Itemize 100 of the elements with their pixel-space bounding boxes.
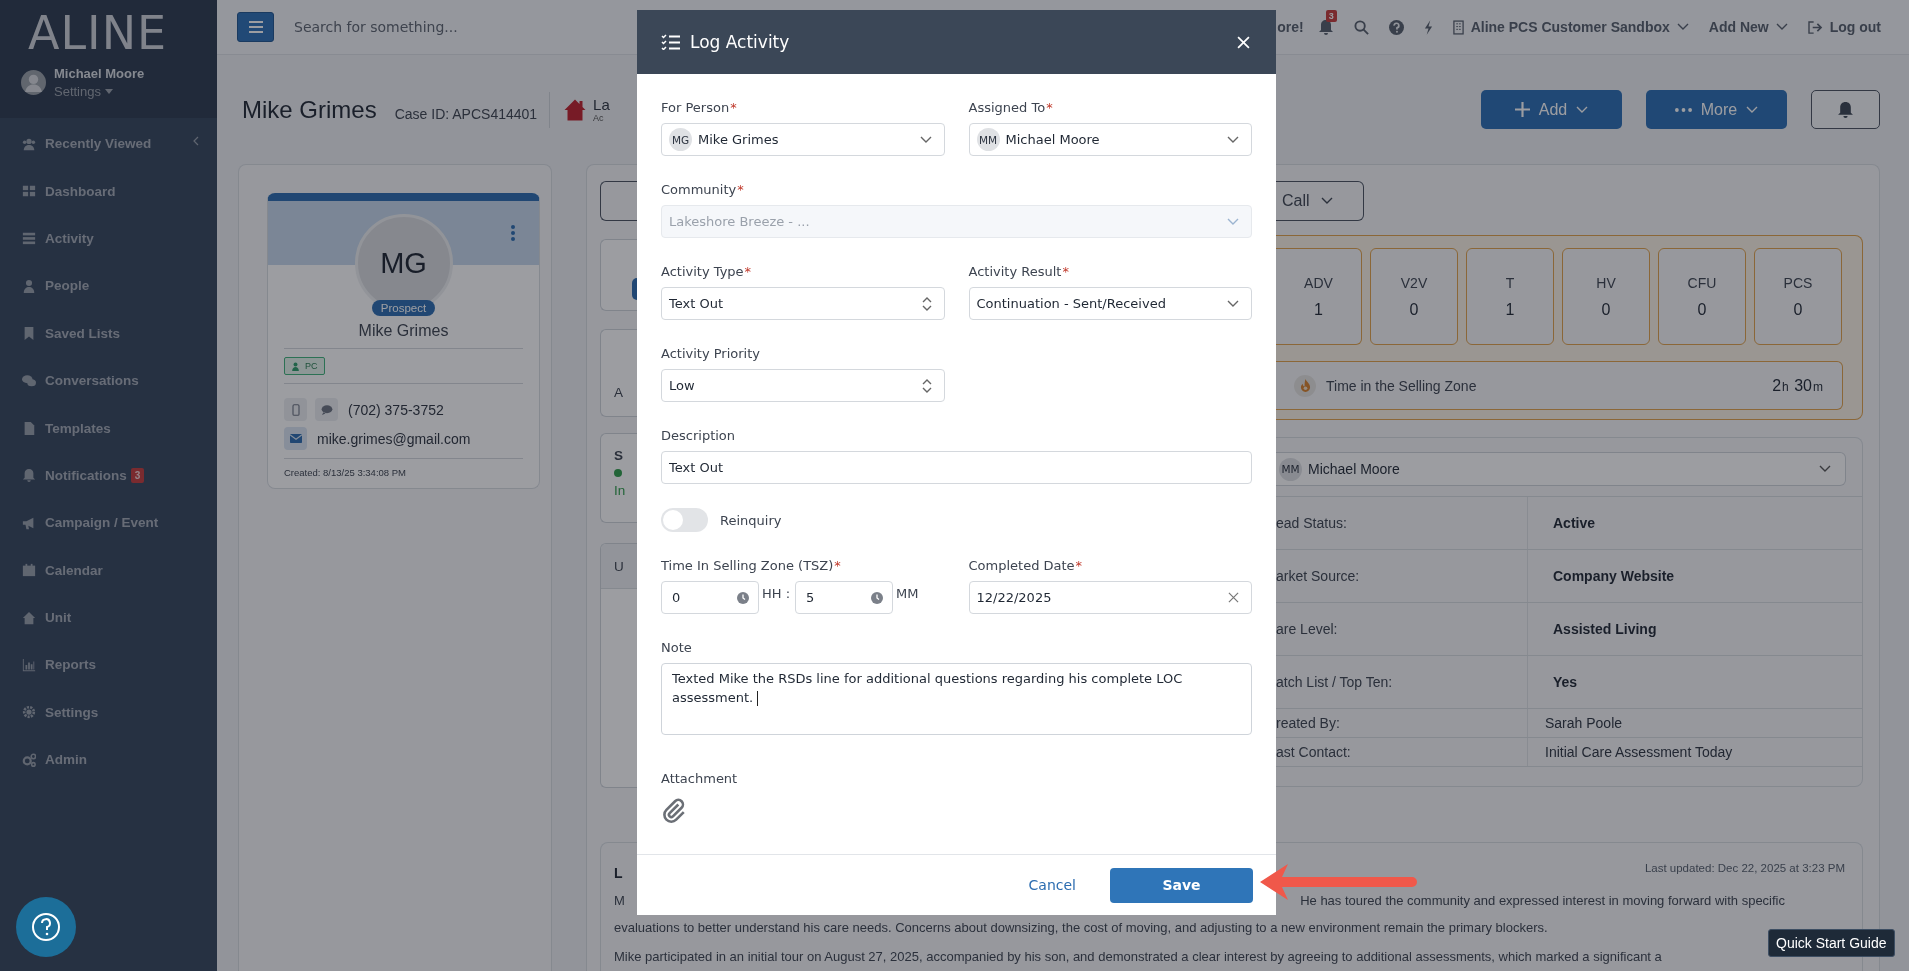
dropdown-field[interactable]: MG Mike Grimes xyxy=(661,123,945,156)
chevron-left-icon[interactable] xyxy=(193,136,199,146)
promo-text: ore! xyxy=(1277,19,1304,35)
sidebar-item[interactable]: People xyxy=(0,262,217,310)
sidebar-item[interactable]: Templates xyxy=(0,404,217,452)
sidebar-item[interactable]: Recently Viewed xyxy=(0,120,217,168)
person-name: Mike Grimes xyxy=(357,322,450,340)
logout-link[interactable]: Log out xyxy=(1807,19,1881,35)
field-label: Note xyxy=(661,640,693,655)
ellipsis-icon xyxy=(1674,107,1692,112)
dropdown-field[interactable]: Low xyxy=(661,369,945,402)
more-button[interactable]: More xyxy=(1646,90,1787,129)
field-label: Description xyxy=(661,428,737,443)
sidebar-item[interactable]: Calendar xyxy=(0,546,217,594)
logo[interactable]: ALINE xyxy=(28,8,217,58)
cancel-button[interactable]: Cancel xyxy=(1022,876,1082,894)
text-fragment: A xyxy=(614,385,623,400)
close-icon[interactable] xyxy=(1237,35,1250,49)
clear-icon[interactable] xyxy=(1228,592,1239,603)
status-dot xyxy=(614,469,622,477)
chevron-down-icon xyxy=(1775,23,1788,31)
paperclip-icon[interactable] xyxy=(661,798,687,824)
tag: PC xyxy=(284,357,325,375)
list-icon xyxy=(22,231,36,246)
add-new-menu[interactable]: Add New xyxy=(1708,19,1788,35)
clock-icon xyxy=(871,591,884,604)
stat-label: V2V xyxy=(1400,274,1428,291)
document-icon xyxy=(22,421,36,436)
users-icon xyxy=(22,136,36,151)
phone-number: (702) 375-3752 xyxy=(348,401,444,418)
stat-value: 0 xyxy=(1601,300,1611,319)
settings-link[interactable]: Settings xyxy=(54,84,145,99)
text-field[interactable]: Text Out xyxy=(661,451,1252,484)
calendar-icon xyxy=(22,563,36,578)
sidebar-item[interactable]: Activity xyxy=(0,214,217,263)
person-icon xyxy=(22,278,36,293)
chevron-down-icon xyxy=(1576,105,1589,114)
plus-icon xyxy=(1514,102,1530,117)
sidebar-item[interactable]: Notifications 3 xyxy=(0,451,217,500)
lightning-icon[interactable] xyxy=(1423,19,1433,35)
assignee-dropdown[interactable]: MM Michael Moore xyxy=(1276,452,1846,486)
toggle-label: Reinquiry xyxy=(720,512,782,528)
help-icon[interactable] xyxy=(1388,19,1404,35)
dropdown-field[interactable]: Text Out xyxy=(661,287,945,320)
quick-start-guide-button[interactable]: Quick Start Guide xyxy=(1768,929,1895,957)
chat-icon xyxy=(320,404,333,415)
help-icon xyxy=(31,912,61,942)
created-date: Created: 8/13/25 3:34:08 PM xyxy=(284,467,407,478)
sidebar-item[interactable]: Saved Lists xyxy=(0,309,217,357)
stat-label: HV xyxy=(1596,274,1616,291)
settings-icon xyxy=(22,705,36,720)
dropdown-field[interactable]: Continuation - Sent/Received xyxy=(968,287,1252,320)
summary-text: evaluations to better understand his care needs. Concerns about downsizing, the cost of moving, and adjusting to a new environment remain the primary blockers. xyxy=(614,920,1549,935)
dropdown-field[interactable]: MM Michael Moore xyxy=(968,123,1252,156)
stat-label: PCS xyxy=(1783,274,1813,291)
detail-value: Assisted Living xyxy=(1552,621,1657,637)
message-button[interactable] xyxy=(315,398,338,421)
field-label: Attachment xyxy=(661,771,739,786)
stat-value: 0 xyxy=(1793,300,1803,319)
phone-button[interactable] xyxy=(284,398,307,421)
chevron-down-icon xyxy=(1746,105,1759,114)
bell-icon xyxy=(22,468,36,483)
grid-icon xyxy=(22,184,36,199)
phone-icon xyxy=(291,403,300,416)
bell-icon[interactable] xyxy=(1317,19,1334,35)
envelope-icon xyxy=(289,434,302,443)
sidebar-item[interactable]: Dashboard xyxy=(0,167,217,215)
unit-label: MM xyxy=(896,586,919,601)
summary-text: Mike participated in an initial tour on August 27, 2025, accompanied by his son, and demonstrated a clear interest by agreeing to additional assessments, which marked a significant a xyxy=(614,949,1663,964)
date-field[interactable]: 12/22/2025 xyxy=(968,581,1252,614)
kebab-menu-icon[interactable] xyxy=(511,225,515,241)
hours-field[interactable]: 0 xyxy=(661,581,759,614)
menu-button[interactable] xyxy=(237,12,274,42)
case-id: Case ID: APCS414401 xyxy=(394,105,538,122)
status-badge: Prospect xyxy=(371,300,436,316)
notification-badge: 3 xyxy=(1325,10,1337,22)
email-button[interactable] xyxy=(284,427,307,450)
sidebar-item[interactable]: Conversations xyxy=(0,356,217,405)
sidebar-item[interactable]: Reports xyxy=(0,641,217,689)
minutes-field[interactable]: 5 xyxy=(795,581,894,614)
detail-value: Yes xyxy=(1552,674,1578,690)
bookmark-icon xyxy=(22,326,36,341)
page-title: Mike Grimes xyxy=(242,95,377,124)
reinquiry-toggle[interactable] xyxy=(661,508,708,532)
sidebar-item[interactable]: Settings xyxy=(0,688,217,737)
megaphone-icon xyxy=(22,515,36,530)
notifications-button[interactable] xyxy=(1811,90,1880,129)
account-menu[interactable]: Aline PCS Customer Sandbox xyxy=(1452,19,1689,35)
field-label: Time In Selling Zone (TSZ)* xyxy=(661,558,842,573)
note-field[interactable]: Texted Mike the RSDs line for additional questions regarding his complete LOC assessment. xyxy=(661,663,1252,735)
chevron-down-icon xyxy=(1320,197,1333,205)
save-button[interactable]: Save xyxy=(1110,867,1253,903)
sidebar-item[interactable]: Admin xyxy=(0,736,217,784)
sidebar-item[interactable]: Unit xyxy=(0,593,217,642)
sidebar-item[interactable]: Campaign / Event xyxy=(0,499,217,547)
selling-zone-label: Time in the Selling Zone xyxy=(1326,377,1477,394)
building-icon xyxy=(1452,19,1464,35)
add-button[interactable]: Add xyxy=(1481,90,1622,129)
stat-label: ADV xyxy=(1304,274,1333,291)
search-icon[interactable] xyxy=(1353,19,1369,35)
